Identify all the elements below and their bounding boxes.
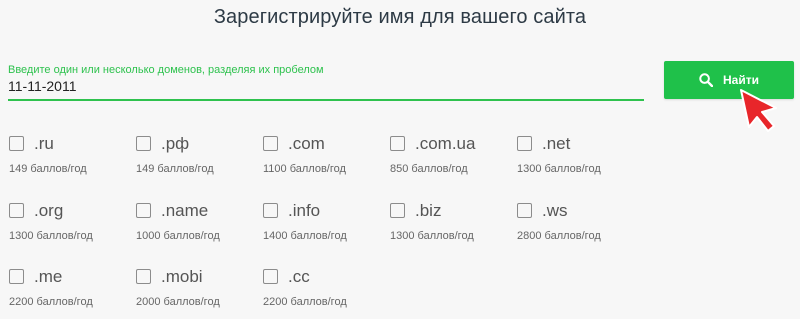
tld-name: .name [161, 201, 209, 220]
checkbox-icon[interactable] [136, 136, 151, 151]
tld-price: 1300 баллов/год [390, 230, 474, 242]
tld-name: .org [34, 201, 64, 220]
domain-input[interactable] [8, 76, 638, 96]
tld-option: .me 2200 баллов/год [9, 267, 129, 315]
tld-name: .com.ua [415, 134, 476, 153]
domain-search-page: Зарегистрируйте имя для вашего сайта Вве… [0, 0, 800, 319]
checkbox-icon[interactable] [9, 203, 24, 218]
tld-price: 2800 баллов/год [517, 230, 601, 242]
tld-option: .ru 149 баллов/год [9, 134, 129, 182]
tld-name: .рф [161, 134, 190, 153]
tld-option: .net 1300 баллов/год [517, 134, 637, 182]
checkbox-icon[interactable] [390, 136, 405, 151]
checkbox-icon[interactable] [9, 136, 24, 151]
tld-price: 1000 баллов/год [136, 230, 220, 242]
tld-option: .biz 1300 баллов/год [390, 201, 510, 249]
checkbox-icon[interactable] [263, 203, 278, 218]
checkbox-icon[interactable] [136, 269, 151, 284]
tld-name: .info [288, 201, 321, 220]
tld-option: .com 1100 баллов/год [263, 134, 383, 182]
checkbox-icon[interactable] [136, 203, 151, 218]
domain-field-label: Введите один или несколько доменов, разд… [8, 64, 324, 76]
checkbox-icon[interactable] [9, 269, 24, 284]
tld-option: .name 1000 баллов/год [136, 201, 256, 249]
cursor-icon [740, 89, 777, 132]
checkbox-icon[interactable] [517, 136, 532, 151]
tld-option: .ws 2800 баллов/год [517, 201, 637, 249]
tld-name: .biz [415, 201, 442, 220]
tld-price: 1400 баллов/год [263, 230, 347, 242]
tld-price: 1300 баллов/год [517, 163, 601, 175]
search-icon [699, 73, 713, 87]
tld-option: .cc 2200 баллов/год [263, 267, 383, 315]
tld-option: .com.ua 850 баллов/год [390, 134, 510, 182]
tld-price: 1300 баллов/год [9, 230, 93, 242]
tld-name: .me [34, 267, 63, 286]
tld-price: 850 баллов/год [390, 163, 468, 175]
tld-option: .рф 149 баллов/год [136, 134, 256, 182]
tld-name: .mobi [161, 267, 203, 286]
tld-name: .ws [542, 201, 568, 220]
checkbox-icon[interactable] [517, 203, 532, 218]
checkbox-icon[interactable] [263, 269, 278, 284]
tld-price: 149 баллов/год [9, 163, 87, 175]
tld-price: 2200 баллов/год [263, 296, 347, 308]
tld-option: .mobi 2000 баллов/год [136, 267, 256, 315]
tld-price: 149 баллов/год [136, 163, 214, 175]
tld-name: .ru [34, 134, 54, 153]
tld-name: .net [542, 134, 571, 153]
checkbox-icon[interactable] [390, 203, 405, 218]
tld-price: 2000 баллов/год [136, 296, 220, 308]
page-title: Зарегистрируйте имя для вашего сайта [213, 6, 587, 28]
tld-option: .org 1300 баллов/год [9, 201, 129, 249]
search-button-label: Найти [723, 73, 759, 87]
tld-name: .com [288, 134, 325, 153]
domain-field: Введите один или несколько доменов, разд… [8, 63, 644, 101]
checkbox-icon[interactable] [263, 136, 278, 151]
tld-option: .info 1400 баллов/год [263, 201, 383, 249]
tld-name: .cc [288, 267, 310, 286]
tld-price: 1100 баллов/год [263, 163, 346, 175]
tld-price: 2200 баллов/год [9, 296, 93, 308]
